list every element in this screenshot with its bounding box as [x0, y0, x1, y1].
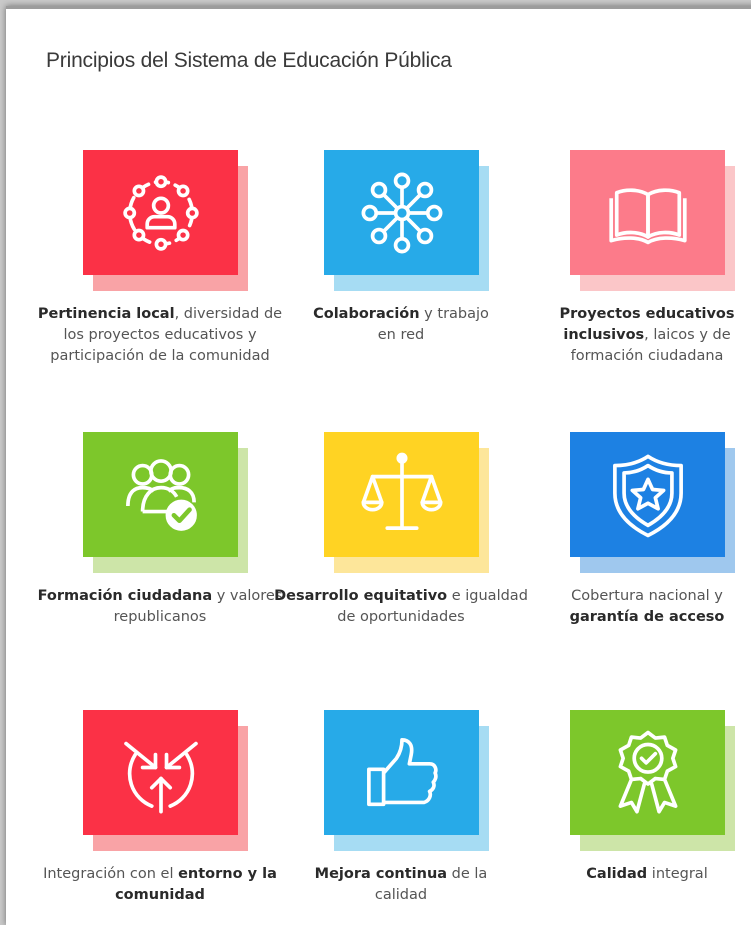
caption: Integración con el entorno y la comunida…	[43, 866, 277, 903]
shield-star-icon	[612, 454, 683, 537]
caption: Colaboración y trabajo en red	[313, 306, 489, 343]
caption: Cobertura nacional y garantía de acceso	[569, 588, 725, 625]
tile	[83, 432, 248, 573]
caption: Calidad integral	[586, 866, 708, 882]
tile	[324, 710, 489, 851]
tile	[83, 710, 248, 851]
tile	[570, 150, 735, 291]
tile	[324, 150, 489, 291]
converging-arrows-icon	[123, 741, 198, 813]
tile	[324, 432, 489, 573]
open-book-icon	[608, 187, 687, 244]
balance-scale-icon	[361, 452, 442, 530]
caption: Pertinencia local, diversidad de los pro…	[37, 306, 283, 364]
group-check-icon	[125, 458, 197, 531]
page-title: Principios del Sistema de Educación Públ…	[46, 49, 452, 72]
caption: Formación ciudadana y valores republican…	[37, 588, 283, 625]
caption: Desarrollo equitativo e igualdad de opor…	[274, 588, 528, 625]
caption: Proyectos educativos inclusivos, laicos …	[559, 306, 735, 364]
caption: Mejora continua de la calidad	[314, 866, 488, 903]
tile	[570, 710, 735, 851]
award-ribbon-icon	[618, 730, 677, 813]
community-circle-icon	[122, 174, 199, 251]
tile	[570, 432, 735, 573]
thumbs-up-icon	[366, 737, 438, 806]
network-icon	[361, 172, 442, 253]
tile	[83, 150, 248, 291]
